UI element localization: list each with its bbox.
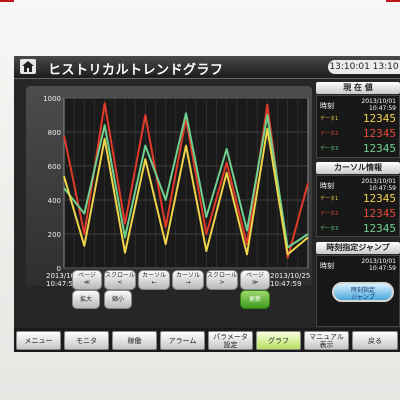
y-tick-label: 400 xyxy=(48,197,61,205)
current-series-1-name: データ1 xyxy=(320,116,339,122)
y-tick-label: 1000 xyxy=(43,95,61,103)
cursor-series-3-value: 12345 xyxy=(362,222,396,235)
cursor-series-2-value: 12345 xyxy=(362,207,396,220)
current-time-label: 時刻 xyxy=(320,102,334,110)
bezel-mark-left xyxy=(0,0,14,2)
hmi-screen: ヒストリカルトレンドグラフ 13:10:01 13:10 1000 800 600 4… xyxy=(14,56,400,352)
zoom-in-button[interactable]: 拡大 xyxy=(72,290,100,309)
cursor-left-button[interactable]: カーソル ← xyxy=(138,270,170,290)
cursor-time-label: 時刻 xyxy=(320,182,334,190)
cursor-datetime: 2013/10/01 10:47:59 xyxy=(361,178,396,192)
bezel-mark-right xyxy=(386,0,400,2)
current-series-3-name: データ3 xyxy=(320,146,339,152)
clock-display: 13:10:01 13:10 xyxy=(328,60,400,74)
home-button[interactable] xyxy=(20,59,36,74)
cursor-series-2-name: データ2 xyxy=(320,211,339,217)
jump-datetime[interactable]: 2013/10/01 10:47:59 xyxy=(361,258,396,272)
zoom-out-button[interactable]: 縮小 xyxy=(104,290,132,309)
current-series-1-value: 12345 xyxy=(362,112,396,125)
trend-chart-panel: 1000 800 600 400 200 0 2013/10/01 10:47:59 20… xyxy=(26,86,312,288)
tab-menu[interactable]: メニュー xyxy=(16,331,61,350)
current-value-box: 時刻 2013/10/01 10:47:59 データ1 12345 データ2 1… xyxy=(316,95,400,158)
tab-parameter-settings[interactable]: パラメータ 設定 xyxy=(208,331,253,350)
cursor-series-1-name: データ1 xyxy=(320,196,339,202)
cursor-series-1-value: 12345 xyxy=(362,192,396,205)
cursor-info-header: カーソル情報 xyxy=(316,162,400,174)
y-tick-label: 600 xyxy=(48,163,61,171)
cursor-info-box: 時刻 2013/10/01 10:47:59 データ1 12345 データ2 1… xyxy=(316,175,400,237)
tab-alarm[interactable]: アラーム xyxy=(160,331,205,350)
trend-chart[interactable]: 10008006004002000 xyxy=(26,86,312,286)
page-title: ヒストリカルトレンドグラフ xyxy=(48,63,224,78)
tab-manual-view[interactable]: マニュアル 表示 xyxy=(304,331,349,350)
tab-back[interactable]: 戻る xyxy=(352,331,398,350)
current-value-header: 現 在 値 xyxy=(316,82,400,94)
current-series-2-name: データ2 xyxy=(320,131,339,137)
refresh-button[interactable]: 更新 xyxy=(240,290,270,309)
scroll-right-button[interactable]: スクロール > xyxy=(206,270,238,290)
chart-end-datetime: 2013/10/25 10:47:59 xyxy=(270,272,311,288)
cursor-series-3-name: データ3 xyxy=(320,226,339,232)
current-series-2-value: 12345 xyxy=(362,127,396,140)
time-jump-header: 時刻指定ジャンプ xyxy=(316,242,400,254)
scroll-left-button[interactable]: スクロール < xyxy=(104,270,136,290)
tab-operation[interactable]: 稼働 xyxy=(112,331,157,350)
page-back-button[interactable]: ページ ≪ xyxy=(72,270,102,290)
jump-time-label: 時刻 xyxy=(320,262,334,270)
y-tick-label: 200 xyxy=(48,231,61,239)
home-icon xyxy=(22,61,34,72)
bottom-tab-bar: メニュー モニタ 稼働 アラーム パラメータ 設定 グラフ マニュアル 表示 戻… xyxy=(14,328,400,352)
y-tick-label: 800 xyxy=(48,129,61,137)
cursor-right-button[interactable]: カーソル → xyxy=(172,270,204,290)
tab-graph[interactable]: グラフ xyxy=(256,331,301,350)
current-series-3-value: 12345 xyxy=(362,142,396,155)
current-datetime: 2013/10/01 10:47:59 xyxy=(361,98,396,112)
title-bar: ヒストリカルトレンドグラフ 13:10:01 13:10 xyxy=(14,56,400,79)
time-jump-button[interactable]: 時刻指定 ジャンプ xyxy=(332,282,394,302)
tab-monitor[interactable]: モニタ xyxy=(64,331,109,350)
page-forward-button[interactable]: ページ ≫ xyxy=(240,270,270,290)
